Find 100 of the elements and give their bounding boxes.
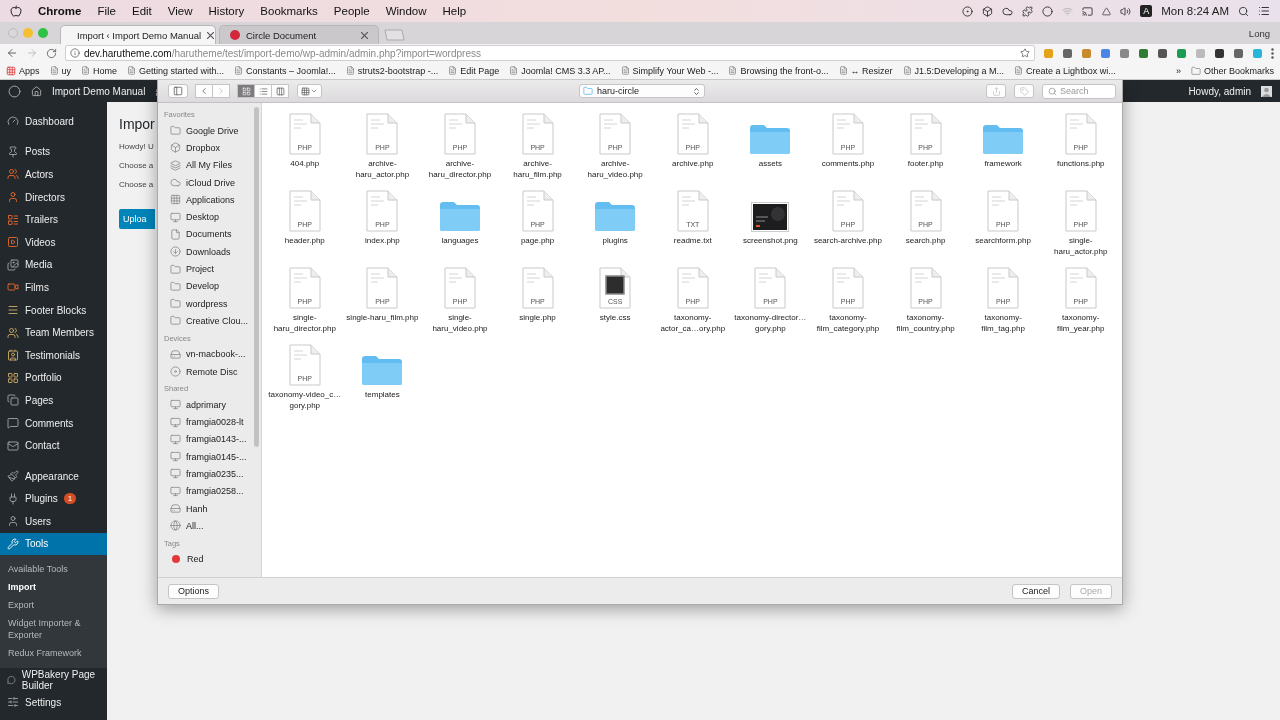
- sidebar-item[interactable]: All My Files: [164, 156, 261, 174]
- sidebar-item[interactable]: vn-macbook-...: [164, 345, 261, 363]
- admin-menu-item[interactable]: WPBakery Page Builder: [0, 668, 107, 691]
- file-name[interactable]: taxonomy-film_country.php: [887, 313, 965, 334]
- file-name[interactable]: index.php: [343, 236, 421, 247]
- file-name[interactable]: single.php: [499, 313, 577, 324]
- admin-menu-item[interactable]: Settings: [0, 690, 107, 714]
- file-name[interactable]: languages: [421, 236, 499, 247]
- admin-menu-item[interactable]: Testimonials: [0, 343, 107, 367]
- file-name[interactable]: single-haru_director.php: [266, 313, 344, 334]
- bookmark[interactable]: uy: [49, 65, 72, 76]
- file-name[interactable]: style.css: [576, 313, 654, 324]
- sidebar-item[interactable]: framgia0258...: [164, 482, 261, 500]
- profile-name[interactable]: Long: [1248, 27, 1270, 39]
- sidebar-item[interactable]: Desktop: [164, 208, 261, 226]
- file-name[interactable]: archive-haru_video.php: [576, 159, 654, 180]
- submenu-item[interactable]: Widget Importer & Exporter: [0, 614, 107, 645]
- file-name[interactable]: search-archive.php: [809, 236, 887, 247]
- file-name[interactable]: comments.php: [809, 159, 887, 170]
- sidebar-item[interactable]: Google Drive: [164, 122, 261, 140]
- sidebar-item[interactable]: Documents: [164, 225, 261, 244]
- sidebar-item[interactable]: framgia0143-...: [164, 430, 261, 449]
- admin-menu-item[interactable]: Actors: [0, 163, 107, 186]
- file-name[interactable]: assets: [731, 159, 809, 170]
- dialog-button[interactable]: Cancel: [1011, 583, 1060, 599]
- sidebar-item[interactable]: Dropbox: [164, 139, 261, 157]
- admin-menu-item[interactable]: Portfolio: [0, 366, 107, 390]
- more-bookmarks-button[interactable]: »: [1175, 65, 1181, 76]
- bookmark[interactable]: Home: [81, 65, 118, 76]
- path-popup[interactable]: haru-circle: [579, 84, 705, 98]
- app-menu[interactable]: Chrome: [38, 5, 82, 17]
- file-name[interactable]: taxonomy-film_tag.php: [964, 313, 1042, 334]
- admin-menu-item[interactable]: Posts: [0, 140, 107, 164]
- greeting[interactable]: Howdy, admin: [1188, 85, 1251, 97]
- site-name[interactable]: Import Demo Manual: [52, 85, 146, 97]
- file-name[interactable]: archive-haru_director.php: [421, 159, 499, 180]
- sidebar-item[interactable]: wordpress: [164, 294, 261, 313]
- file-name[interactable]: page.php: [499, 236, 577, 247]
- clock[interactable]: Mon 8:24 AM: [1161, 5, 1229, 17]
- admin-menu-item[interactable]: Tools: [0, 532, 107, 556]
- input-source-indicator[interactable]: A: [1140, 5, 1153, 17]
- file-name[interactable]: single-haru_film.php: [343, 313, 421, 324]
- sidebar-item[interactable]: framgia0235...: [164, 465, 261, 483]
- bookmark[interactable]: struts2-bootstrap -...: [345, 65, 439, 76]
- admin-menu-item[interactable]: Plugins 1: [0, 487, 107, 511]
- menu-item[interactable]: Bookmarks: [260, 5, 318, 17]
- menu-item[interactable]: Edit: [132, 5, 152, 17]
- sidebar-item[interactable]: All...: [164, 517, 261, 535]
- admin-menu-item[interactable]: Users: [0, 510, 107, 533]
- file-name[interactable]: single-haru_video.php: [421, 313, 499, 334]
- menu-item[interactable]: People: [333, 5, 370, 17]
- file-name[interactable]: taxonomy-actor_ca…ory.php: [654, 313, 732, 334]
- browser-tab[interactable]: Circle Document: [219, 25, 379, 44]
- sidebar-item[interactable]: adprimary: [164, 396, 261, 414]
- sidebar-item[interactable]: Applications: [164, 191, 261, 209]
- admin-menu-item[interactable]: Videos: [0, 230, 107, 254]
- sidebar-item[interactable]: Develop: [164, 277, 261, 295]
- submenu-item[interactable]: Available Tools: [0, 560, 107, 579]
- admin-menu-item[interactable]: Media: [0, 253, 107, 277]
- bookmark[interactable]: ↔ Resizer: [838, 65, 893, 76]
- admin-menu-item[interactable]: Team Members: [0, 321, 107, 344]
- menu-item[interactable]: History: [208, 5, 245, 17]
- bookmark-folder[interactable]: Other Bookmarks: [1190, 65, 1274, 76]
- bookmark[interactable]: J1.5:Developing a M...: [902, 65, 1005, 76]
- menu-item[interactable]: File: [97, 5, 116, 17]
- menu-item[interactable]: Window: [385, 5, 427, 17]
- file-name[interactable]: archive-haru_film.php: [499, 159, 577, 180]
- bookmark[interactable]: Browsing the front-o...: [728, 65, 829, 76]
- file-name[interactable]: functions.php: [1042, 159, 1120, 170]
- file-name[interactable]: plugins: [576, 236, 654, 247]
- file-name[interactable]: search.php: [887, 236, 965, 247]
- file-name[interactable]: archive-haru_actor.php: [343, 159, 421, 180]
- admin-menu-item[interactable]: Pages: [0, 389, 107, 412]
- upload-button[interactable]: Uploa: [119, 209, 155, 229]
- file-name[interactable]: framework: [964, 159, 1042, 170]
- submenu-item[interactable]: Export: [0, 596, 107, 615]
- admin-menu-item[interactable]: Dashboard: [0, 110, 107, 133]
- bookmark[interactable]: Create a Lightbox wi...: [1014, 65, 1116, 76]
- admin-menu-item[interactable]: Directors: [0, 185, 107, 209]
- sidebar-item[interactable]: Red: [164, 550, 261, 568]
- admin-menu-item[interactable]: Comments: [0, 411, 107, 435]
- file-name[interactable]: footer.php: [887, 159, 965, 170]
- admin-menu-item[interactable]: Appearance: [0, 464, 107, 488]
- address-bar[interactable]: dev.harutheme.com/harutheme/test/import-demo/wp-admin/admin.php?import=wordpress: [65, 45, 1035, 61]
- bookmark[interactable]: Constants – Joomla!...: [234, 65, 336, 76]
- bookmark[interactable]: Joomla! CMS 3.3 AP...: [509, 65, 611, 76]
- file-name[interactable]: searchform.php: [964, 236, 1042, 247]
- file-name[interactable]: templates: [343, 390, 421, 401]
- browser-tab[interactable]: Import ‹ Import Demo Manual: [60, 25, 216, 44]
- sidebar-item[interactable]: iCloud Drive: [164, 173, 261, 192]
- bookmark[interactable]: Getting started with...: [127, 65, 225, 76]
- bookmark[interactable]: Simplify Your Web -...: [620, 65, 719, 76]
- file-name[interactable]: single-haru_actor.php: [1042, 236, 1120, 257]
- admin-menu-item[interactable]: Footer Blocks: [0, 298, 107, 322]
- sidebar-item[interactable]: Remote Disc: [164, 362, 261, 381]
- admin-menu-item[interactable]: Films: [0, 276, 107, 299]
- sidebar-item[interactable]: Downloads: [164, 243, 261, 261]
- file-name[interactable]: readme.txt: [654, 236, 732, 247]
- submenu-item[interactable]: Redux Framework: [0, 644, 107, 663]
- file-name[interactable]: taxonomy-director…gory.php: [731, 313, 809, 334]
